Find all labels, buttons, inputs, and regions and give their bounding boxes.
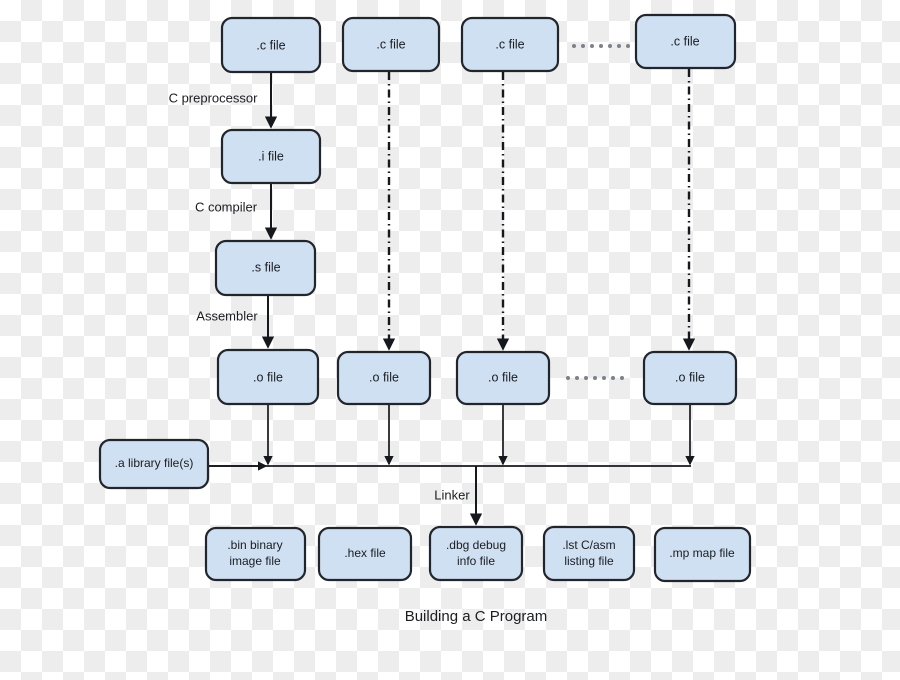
- node-label: .c file: [495, 37, 524, 51]
- node-label: .o file: [253, 370, 283, 384]
- source-file-node[interactable]: .c file: [220, 16, 322, 74]
- node-label: .a library file(s): [115, 456, 194, 470]
- node-label: .c file: [670, 34, 699, 48]
- output-file-node-hex[interactable]: .hex file: [317, 526, 413, 582]
- node-label-line1: .bin binary: [227, 538, 282, 552]
- object-file-node[interactable]: .o file: [455, 350, 551, 406]
- node-label-line2: image file: [229, 554, 281, 568]
- library-file-node[interactable]: .a library file(s): [98, 438, 210, 490]
- object-file-node[interactable]: .o file: [336, 350, 432, 406]
- step-label-linker: Linker: [434, 487, 470, 502]
- source-file-node[interactable]: .c file: [634, 13, 737, 70]
- output-file-node-mp[interactable]: .mp map file: [653, 526, 752, 583]
- node-label: .o file: [488, 370, 518, 384]
- object-file-node[interactable]: .o file: [216, 348, 320, 406]
- source-file-node[interactable]: .c file: [460, 16, 560, 73]
- node-label-line1: .dbg debug: [446, 538, 506, 552]
- step-label-c-compiler: C compiler: [195, 199, 258, 214]
- node-label-line2: info file: [457, 554, 495, 568]
- assembly-file-node[interactable]: .s file: [214, 239, 317, 297]
- node-label: .i file: [258, 149, 284, 163]
- output-file-node-lst[interactable]: .lst C/asm listing file: [542, 525, 636, 582]
- node-label-line1: .hex file: [344, 546, 386, 560]
- object-row-ellipsis-icon: [566, 376, 624, 380]
- node-label-line1: .mp map file: [669, 546, 735, 560]
- node-label: .o file: [675, 370, 705, 384]
- output-file-node-dbg[interactable]: .dbg debug info file: [428, 525, 524, 582]
- node-label: .s file: [251, 260, 280, 274]
- node-label-line1: .lst C/asm: [562, 538, 615, 552]
- node-label: .c file: [376, 37, 405, 51]
- node-label: .o file: [369, 370, 399, 384]
- node-label: .c file: [256, 38, 285, 52]
- source-row-ellipsis-icon: [572, 44, 630, 48]
- output-file-node-bin[interactable]: .bin binary image file: [204, 526, 307, 582]
- preprocessed-file-node[interactable]: .i file: [220, 128, 322, 185]
- step-label-assembler: Assembler: [196, 308, 258, 323]
- object-file-node[interactable]: .o file: [642, 350, 738, 406]
- step-label-c-preprocessor: C preprocessor: [169, 90, 259, 105]
- diagram-caption: Building a C Program: [405, 608, 548, 625]
- node-label-line2: listing file: [564, 554, 614, 568]
- diagram-sheet: .c file .c file .c file .c file .i file …: [0, 0, 900, 680]
- source-file-node[interactable]: .c file: [341, 16, 441, 73]
- build-c-program-diagram: .c file .c file .c file .c file .i file …: [98, 13, 752, 625]
